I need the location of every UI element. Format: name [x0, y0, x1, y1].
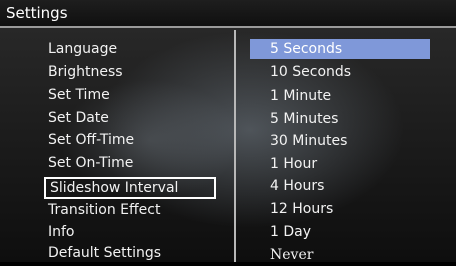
option-never[interactable]: Never: [270, 244, 313, 266]
menu-item-set-off-time[interactable]: Set Off-Time: [48, 129, 134, 151]
option-1-day[interactable]: 1 Day: [270, 221, 311, 243]
menu-item-default-settings[interactable]: Default Settings: [48, 242, 161, 264]
option-30-minutes[interactable]: 30 Minutes: [270, 130, 347, 152]
page-title: Settings: [6, 4, 68, 22]
menu-item-set-time[interactable]: Set Time: [48, 84, 110, 106]
option-12-hours[interactable]: 12 Hours: [270, 198, 333, 220]
option-1-minute[interactable]: 1 Minute: [270, 85, 331, 107]
title-bar: Settings: [0, 0, 456, 28]
settings-screen: Settings Language Brightness Set Time Se…: [0, 0, 456, 263]
option-1-hour[interactable]: 1 Hour: [270, 153, 317, 175]
option-5-seconds[interactable]: 5 Seconds: [250, 39, 430, 59]
settings-menu: Language Brightness Set Time Set Date Se…: [0, 30, 234, 262]
menu-item-set-on-time[interactable]: Set On-Time: [48, 152, 133, 174]
menu-item-brightness[interactable]: Brightness: [48, 61, 123, 83]
interval-options-list: 5 Seconds 10 Seconds 1 Minute 5 Minutes …: [236, 30, 456, 263]
menu-item-info[interactable]: Info: [48, 221, 75, 243]
menu-item-slideshow-interval[interactable]: Slideshow Interval: [44, 177, 216, 199]
option-10-seconds[interactable]: 10 Seconds: [270, 61, 351, 83]
menu-item-language[interactable]: Language: [48, 38, 117, 60]
option-5-minutes[interactable]: 5 Minutes: [270, 108, 338, 130]
option-4-hours[interactable]: 4 Hours: [270, 175, 324, 197]
menu-item-transition-effect[interactable]: Transition Effect: [48, 199, 160, 221]
menu-item-set-date[interactable]: Set Date: [48, 107, 109, 129]
